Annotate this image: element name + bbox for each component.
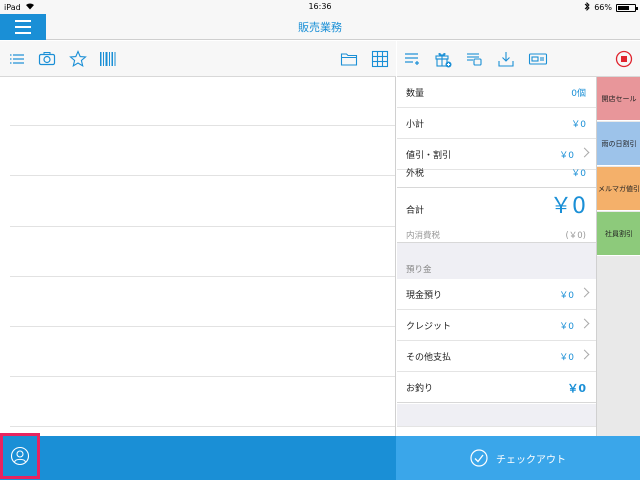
bottom-bar — [0, 436, 396, 480]
list-icon[interactable] — [8, 50, 26, 68]
quantity-value: 0個 — [571, 89, 586, 99]
chevron-right-icon — [579, 349, 590, 360]
star-icon[interactable] — [69, 50, 87, 68]
inner-tax-value: (￥0) — [565, 231, 586, 241]
list-row-divider — [10, 226, 395, 227]
card-reader-icon[interactable] — [528, 50, 548, 68]
other-payment-row[interactable]: その他支払 ￥0 — [397, 341, 596, 372]
change-value: ￥0 — [567, 382, 586, 395]
list-item — [397, 426, 596, 436]
checkout-button[interactable]: チェックアウト — [396, 436, 640, 480]
list-row-divider — [10, 326, 395, 327]
cash-row[interactable]: 現金預り ￥0 — [397, 279, 596, 310]
total-label: 合計 — [406, 206, 425, 216]
change-label: お釣り — [406, 384, 434, 394]
check-circle-icon — [470, 449, 488, 467]
quantity-label: 数量 — [406, 89, 425, 99]
list-row-divider — [10, 276, 395, 277]
discount-tab[interactable]: 社員割引 — [597, 212, 640, 256]
discount-tab[interactable]: 雨の日割引 — [597, 122, 640, 166]
credit-label: クレジット — [406, 322, 452, 332]
page-title: 販売業務 — [298, 21, 342, 34]
item-toolbar — [0, 41, 396, 77]
stop-icon[interactable] — [615, 50, 633, 68]
other-payment-value: ￥0 — [559, 353, 574, 363]
receipt-icon[interactable] — [465, 50, 483, 68]
edit-list-icon[interactable] — [403, 50, 421, 68]
chevron-right-icon — [579, 287, 590, 298]
quantity-row: 数量 0個 — [397, 77, 596, 108]
tray-download-icon[interactable] — [497, 50, 515, 68]
status-bar: iPad 16:36 66% — [0, 0, 640, 14]
item-list[interactable] — [0, 77, 396, 436]
gift-add-icon[interactable] — [434, 50, 452, 68]
chevron-right-icon — [579, 318, 590, 329]
discount-tab[interactable]: メルマガ値引 — [597, 167, 640, 211]
nav-bar: 販売業務 — [0, 14, 640, 40]
cash-value: ￥0 — [559, 291, 574, 301]
list-row-divider — [10, 376, 395, 377]
total-value: ￥0 — [550, 194, 586, 219]
battery-icon — [616, 3, 638, 12]
chevron-right-icon — [579, 147, 590, 158]
other-payment-label: その他支払 — [406, 353, 452, 363]
register-toolbar — [397, 41, 640, 77]
subtotal-row: 小計 ￥0 — [397, 108, 596, 139]
subtotal-value: ￥0 — [571, 120, 586, 130]
change-row: お釣り ￥0 — [397, 372, 596, 403]
outer-tax-value: ￥0 — [571, 169, 586, 179]
total-row: 合計 ￥0 内消費税 (￥0) — [397, 186, 596, 243]
camera-icon[interactable] — [38, 50, 56, 68]
battery-percent: 66% — [594, 3, 612, 12]
cash-label: 現金預り — [406, 291, 443, 301]
outer-tax-row: 外税 ￥0 — [397, 157, 596, 188]
credit-row[interactable]: クレジット ￥0 — [397, 310, 596, 341]
discount-tabs: 開店セール 雨の日割引 メルマガ値引 社員割引 — [596, 77, 640, 436]
barcode-icon[interactable] — [99, 50, 117, 68]
outer-tax-label: 外税 — [406, 169, 425, 179]
clock: 16:36 — [308, 2, 332, 11]
discount-tab[interactable]: 開店セール — [597, 77, 640, 121]
list-row-divider — [10, 175, 395, 176]
grid-icon[interactable] — [371, 50, 389, 68]
inner-tax-label: 内消費税 — [406, 231, 441, 241]
subtotal-label: 小計 — [406, 120, 425, 130]
list-row-divider — [10, 125, 395, 126]
summary-panel: 数量 0個 小計 ￥0 値引・割引 ￥0 外税 ￥0 合計 ￥0 内消費税 (￥… — [397, 77, 596, 436]
user-button[interactable] — [0, 433, 40, 479]
folder-icon[interactable] — [340, 50, 358, 68]
deposit-section-label: 預り金 — [406, 265, 432, 275]
deposit-section-header: 預り金 — [397, 243, 596, 279]
list-row-divider — [10, 426, 395, 427]
bluetooth-icon — [584, 1, 590, 13]
user-icon — [10, 446, 30, 466]
credit-value: ￥0 — [559, 322, 574, 332]
checkout-label: チェックアウト — [496, 454, 566, 466]
